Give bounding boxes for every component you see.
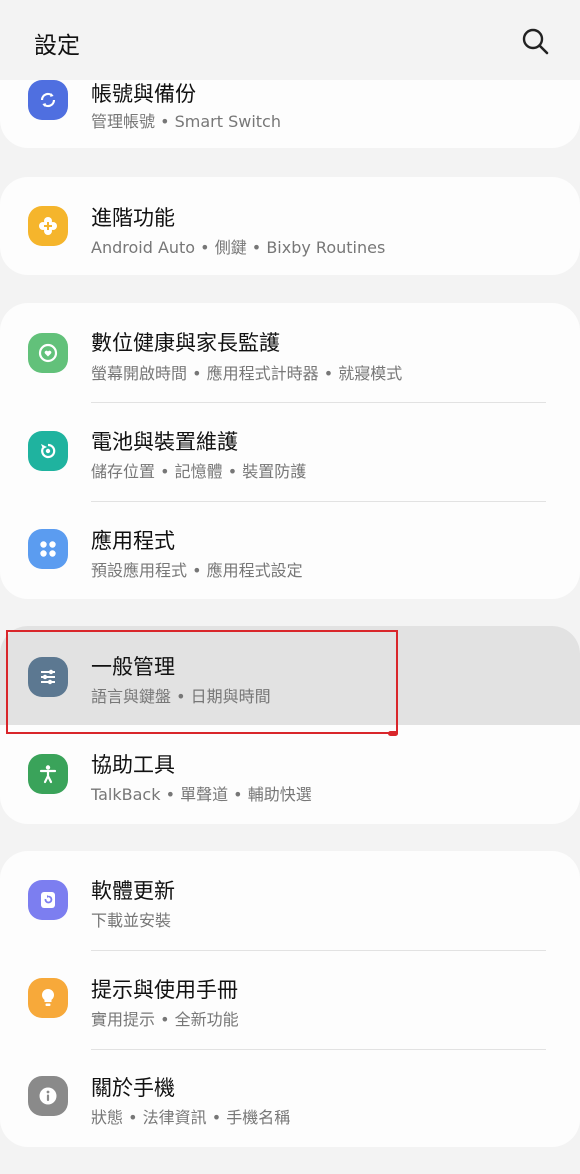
settings-item-summary: 狀態 • 法律資訊 • 手機名稱 bbox=[91, 1108, 291, 1127]
info-icon bbox=[28, 1076, 68, 1116]
lightbulb-icon bbox=[28, 978, 68, 1018]
settings-item-summary: 儲存位置 • 記憶體 • 裝置防護 bbox=[91, 462, 307, 481]
update-icon bbox=[28, 880, 68, 920]
top-bar: 設定 bbox=[0, 0, 580, 80]
settings-item-about-phone[interactable]: 關於手機 狀態 • 法律資訊 • 手機名稱 bbox=[0, 1049, 580, 1147]
settings-item-summary: 螢幕開啟時間 • 應用程式計時器 • 就寢模式 bbox=[91, 364, 403, 383]
settings-item-software-update[interactable]: 軟體更新 下載並安裝 bbox=[0, 851, 580, 950]
card-about-group: 軟體更新 下載並安裝 提示與使用手冊 實用提示 • 全新功能 關於手機 狀態 •… bbox=[0, 851, 580, 1147]
settings-item-battery-device-care[interactable]: 電池與裝置維護 儲存位置 • 記憶體 • 裝置防護 bbox=[0, 402, 580, 501]
settings-item-advanced-features[interactable]: 進階功能 Android Auto • 側鍵 • Bixby Routines bbox=[0, 177, 580, 275]
settings-item-tips-manual[interactable]: 提示與使用手冊 實用提示 • 全新功能 bbox=[0, 950, 580, 1049]
search-icon[interactable] bbox=[520, 26, 550, 56]
settings-item-label: 數位健康與家長監護 bbox=[91, 331, 280, 355]
settings-item-label: 協助工具 bbox=[91, 753, 175, 777]
settings-item-accessibility[interactable]: 協助工具 TalkBack • 單聲道 • 輔助快選 bbox=[0, 725, 580, 824]
settings-item-label: 軟體更新 bbox=[91, 879, 175, 903]
settings-item-label: 應用程式 bbox=[91, 529, 175, 553]
settings-item-apps[interactable]: 應用程式 預設應用程式 • 應用程式設定 bbox=[0, 501, 580, 599]
settings-item-label: 關於手機 bbox=[91, 1076, 175, 1100]
four-dots-icon bbox=[28, 529, 68, 569]
settings-item-summary: TalkBack • 單聲道 • 輔助快選 bbox=[91, 785, 312, 804]
settings-item-summary: 管理帳號 • Smart Switch bbox=[91, 112, 281, 131]
settings-item-summary: 預設應用程式 • 應用程式設定 bbox=[91, 561, 303, 580]
settings-item-label: 電池與裝置維護 bbox=[91, 430, 238, 454]
selection-highlight-box bbox=[6, 630, 398, 734]
settings-item-summary: 實用提示 • 全新功能 bbox=[91, 1010, 239, 1029]
page-title: 設定 bbox=[34, 33, 80, 59]
settings-item-summary: 下載並安裝 bbox=[91, 911, 172, 930]
heart-ring-icon bbox=[28, 333, 68, 373]
card-wellbeing-group: 數位健康與家長監護 螢幕開啟時間 • 應用程式計時器 • 就寢模式 電池與裝置維… bbox=[0, 303, 580, 599]
plus-flower-icon bbox=[28, 206, 68, 246]
settings-item-label: 提示與使用手冊 bbox=[91, 978, 238, 1002]
sync-icon bbox=[28, 80, 68, 120]
selection-highlight-handle bbox=[388, 731, 398, 736]
settings-item-label: 進階功能 bbox=[91, 206, 175, 230]
settings-item-label: 帳號與備份 bbox=[91, 82, 196, 106]
settings-item-digital-wellbeing[interactable]: 數位健康與家長監護 螢幕開啟時間 • 應用程式計時器 • 就寢模式 bbox=[0, 303, 580, 402]
accessibility-icon bbox=[28, 754, 68, 794]
settings-item-summary: Android Auto • 側鍵 • Bixby Routines bbox=[91, 238, 386, 257]
card-advanced: 進階功能 Android Auto • 側鍵 • Bixby Routines bbox=[0, 177, 580, 275]
refresh-ring-icon bbox=[28, 431, 68, 471]
